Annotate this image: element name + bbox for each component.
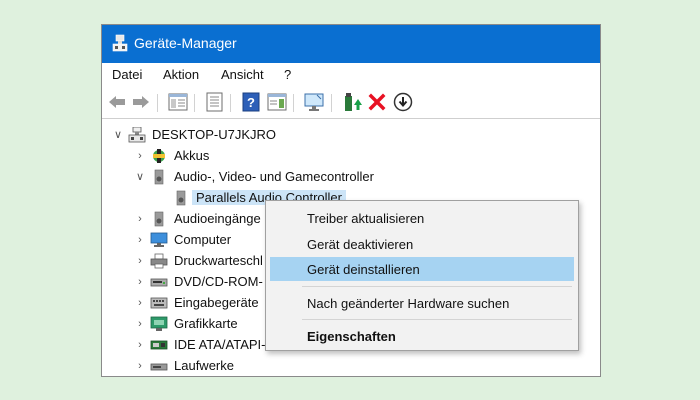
disk-drive-icon <box>150 363 168 371</box>
download-icon[interactable] <box>392 91 414 113</box>
chevron-right-icon[interactable]: › <box>134 212 146 226</box>
action-pane-icon[interactable] <box>266 91 288 113</box>
menu-help[interactable]: ? <box>284 67 291 82</box>
menu-bar: Datei Aktion Ansicht ? <box>102 63 600 87</box>
chevron-right-icon[interactable]: › <box>134 338 146 352</box>
chevron-right-icon[interactable]: › <box>134 275 146 289</box>
ide-controller-icon <box>150 340 168 350</box>
tree-item-label: DVD/CD-ROM- <box>174 274 263 289</box>
menu-item-treiber-aktualisieren[interactable]: Treiber aktualisieren <box>270 206 574 230</box>
menu-item-geraet-deinstallieren[interactable]: Gerät deinstallieren <box>270 257 574 281</box>
toolbar-separator <box>194 94 195 112</box>
menu-item-label: Eigenschaften <box>307 329 396 344</box>
toolbar-separator <box>230 94 231 112</box>
menu-item-hardware-suchen[interactable]: Nach geänderter Hardware suchen <box>270 291 574 315</box>
menu-item-label: Gerät deaktivieren <box>307 237 414 252</box>
dvd-drive-icon <box>150 278 168 287</box>
monitor-scan-icon[interactable] <box>303 91 325 113</box>
chevron-right-icon[interactable]: › <box>134 317 146 331</box>
menu-item-eigenschaften[interactable]: Eigenschaften <box>270 324 574 348</box>
help-icon[interactable]: ? <box>240 91 262 113</box>
show-hide-console-tree-icon[interactable] <box>167 91 189 113</box>
chevron-down-icon[interactable]: ∨ <box>134 170 146 184</box>
chevron-right-icon[interactable]: › <box>134 254 146 268</box>
chevron-right-icon[interactable]: › <box>134 233 146 247</box>
menu-item-label: Gerät deinstallieren <box>307 262 420 277</box>
title-bar[interactable]: Geräte-Manager <box>102 25 600 63</box>
forward-arrow-icon[interactable] <box>130 91 152 113</box>
tree-item-label: Audio-, Video- und Gamecontroller <box>174 169 374 184</box>
speaker-icon <box>154 211 164 227</box>
tree-item-label: Audioeingänge <box>174 211 261 226</box>
chevron-right-icon[interactable]: › <box>134 359 146 373</box>
menu-separator <box>302 286 572 287</box>
properties-icon[interactable] <box>203 91 225 113</box>
back-arrow-icon[interactable] <box>106 91 128 113</box>
tree-root-label: DESKTOP-U7JKJRO <box>152 127 277 142</box>
update-driver-icon[interactable] <box>341 91 363 113</box>
tree-item-label: IDE ATA/ATAPI-C <box>174 337 275 352</box>
toolbar-separator <box>157 94 158 112</box>
device-manager-icon <box>112 34 128 52</box>
toolbar-separator <box>293 94 294 112</box>
speaker-icon <box>176 190 186 206</box>
printer-icon <box>150 253 168 269</box>
display-adapter-icon <box>150 316 168 331</box>
chevron-right-icon[interactable]: › <box>134 296 146 310</box>
menu-datei[interactable]: Datei <box>112 67 142 82</box>
tree-item-label: Druckwarteschl <box>174 253 263 268</box>
chevron-right-icon[interactable]: › <box>134 149 146 163</box>
toolbar-separator <box>331 94 332 112</box>
battery-icon <box>153 149 165 163</box>
tree-item-label: Computer <box>174 232 232 247</box>
menu-separator <box>302 319 572 320</box>
tree-item-label: Laufwerke <box>174 358 234 373</box>
speaker-icon <box>154 169 164 185</box>
context-menu: Treiber aktualisieren Gerät deaktivieren… <box>265 200 579 351</box>
menu-ansicht[interactable]: Ansicht <box>221 67 264 82</box>
toolbar: ? <box>102 87 600 119</box>
uninstall-device-icon[interactable] <box>366 91 388 113</box>
tree-item-label: Grafikkarte <box>174 316 238 331</box>
tree-item-label: Akkus <box>174 148 210 163</box>
menu-item-label: Nach geänderter Hardware suchen <box>307 296 510 311</box>
computer-icon <box>150 232 168 247</box>
tree-item-label: Eingabegeräte <box>174 295 259 310</box>
menu-item-geraet-deaktivieren[interactable]: Gerät deaktivieren <box>270 232 574 256</box>
device-manager-root-icon <box>128 127 146 143</box>
window-title: Geräte-Manager <box>134 35 237 51</box>
chevron-down-icon[interactable]: ∨ <box>112 128 124 142</box>
svg-text:?: ? <box>247 95 255 110</box>
keyboard-icon <box>150 297 168 309</box>
menu-aktion[interactable]: Aktion <box>163 67 199 82</box>
menu-item-label: Treiber aktualisieren <box>307 211 425 226</box>
